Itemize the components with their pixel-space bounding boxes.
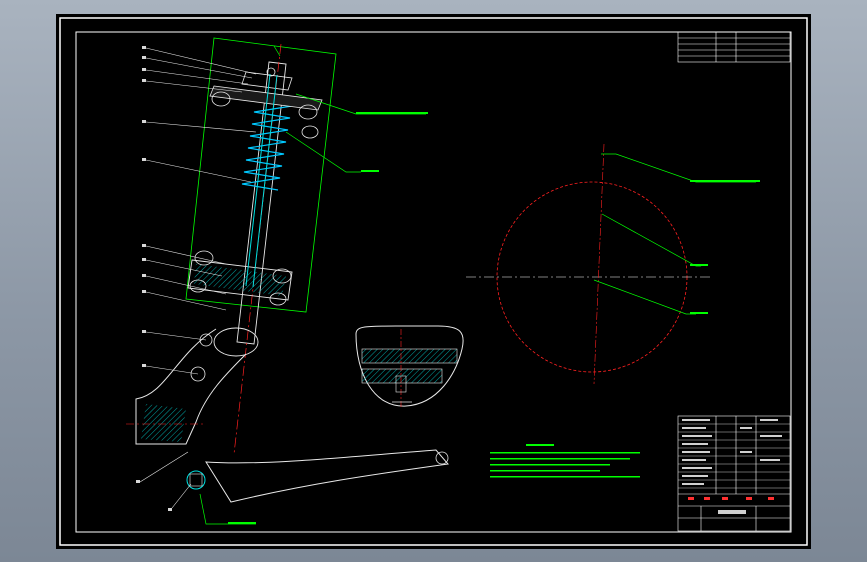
title-block-text-marks xyxy=(682,419,782,514)
part-numbers-left xyxy=(136,46,172,511)
cad-viewport[interactable] xyxy=(56,14,811,549)
detail-view xyxy=(355,325,464,409)
lower-control-arm xyxy=(205,449,449,503)
strut-lower-body xyxy=(213,327,259,357)
inner-frame xyxy=(75,31,792,533)
circle-view xyxy=(466,143,760,385)
technical-notes xyxy=(490,444,640,478)
title-block-rows xyxy=(678,423,790,489)
title-block-red-marks xyxy=(688,497,774,500)
top-right-table xyxy=(677,31,791,63)
drawing-sheet xyxy=(59,17,808,546)
coil-spring xyxy=(241,99,293,191)
strut-assembly xyxy=(126,37,449,503)
